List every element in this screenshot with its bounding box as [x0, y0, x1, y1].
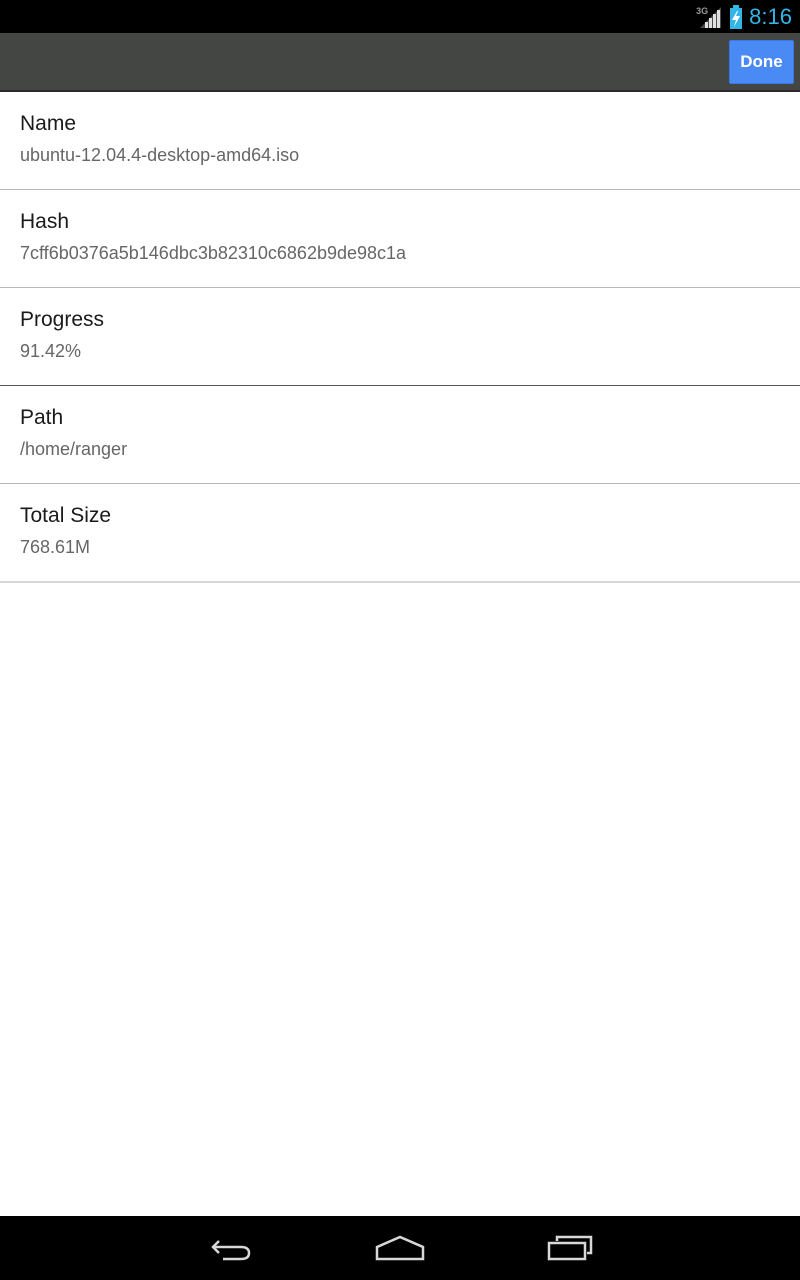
torrent-details-list: Name ubuntu-12.04.4-desktop-amd64.iso Ha… [0, 92, 800, 583]
battery-charging-icon [729, 4, 743, 30]
detail-value: /home/ranger [20, 439, 128, 459]
detail-value: 768.61M [20, 537, 91, 557]
detail-label: Name [20, 112, 77, 135]
detail-value: 7cff6b0376a5b146dbc3b82310c6862b9de98c1a [20, 243, 407, 263]
detail-label: Path [20, 406, 64, 429]
detail-item-hash[interactable]: Hash 7cff6b0376a5b146dbc3b82310c6862b9de… [0, 190, 800, 288]
navigation-bar [0, 1216, 800, 1280]
detail-label: Hash [20, 210, 70, 233]
status-bar: 3G 8:16 [0, 0, 800, 33]
status-icons: 3G 8:16 [696, 0, 792, 33]
detail-item-progress[interactable]: Progress 91.42% [0, 288, 800, 386]
network-type-label: 3G [696, 5, 709, 16]
detail-label: Total Size [20, 504, 112, 527]
detail-item-name[interactable]: Name ubuntu-12.04.4-desktop-amd64.iso [0, 92, 800, 190]
detail-item-total-size[interactable]: Total Size 768.61M [0, 484, 800, 583]
detail-value: 91.42% [20, 341, 82, 361]
detail-label: Progress [20, 308, 105, 331]
detail-item-path[interactable]: Path /home/ranger [0, 386, 800, 484]
status-clock: 8:16 [749, 4, 792, 29]
detail-value: ubuntu-12.04.4-desktop-amd64.iso [20, 145, 300, 165]
done-button[interactable]: Done [729, 40, 794, 84]
screen: 3G 8:16 Done Name ubuntu-12.04.4-desktop… [0, 0, 800, 1280]
action-bar: Done [0, 33, 800, 92]
home-icon[interactable] [370, 1228, 430, 1268]
recent-apps-icon[interactable] [540, 1228, 600, 1268]
signal-icon: 3G [696, 4, 723, 30]
back-icon[interactable] [200, 1228, 260, 1268]
